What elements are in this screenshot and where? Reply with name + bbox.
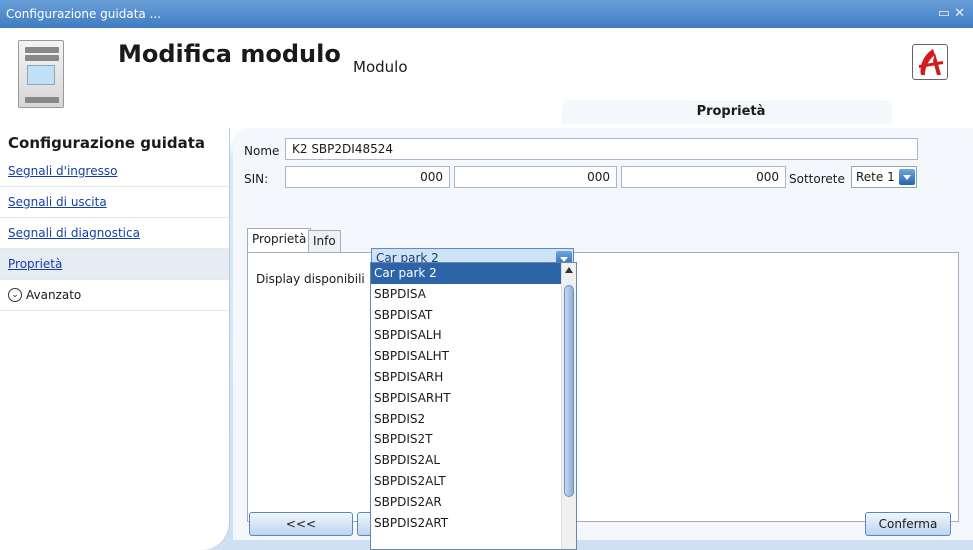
scroll-thumb[interactable]	[564, 285, 574, 497]
scroll-up-arrow-icon[interactable]	[565, 267, 573, 273]
dropdown-option[interactable]: SBPDIS2	[371, 409, 561, 430]
window-titlebar: Configurazione guidata ... ▭✕	[0, 0, 973, 28]
dropdown-option[interactable]: Car park 2	[371, 263, 561, 284]
sidebar: Configurazione guidata Segnali d'ingress…	[0, 128, 230, 550]
subnet-value: Rete 1	[856, 170, 895, 184]
sidebar-item-diagnostic-signals[interactable]: Segnali di diagnostica	[0, 218, 229, 249]
name-field[interactable]: K2 SBP2DI48524	[285, 138, 918, 160]
sin-field-1[interactable]: 000	[285, 166, 450, 188]
back-button[interactable]: <<<	[249, 512, 353, 536]
module-device-icon	[18, 40, 64, 108]
sin-field-2[interactable]: 000	[454, 166, 617, 188]
subnet-label: Sottorete	[789, 172, 845, 186]
sin-field-3[interactable]: 000	[621, 166, 786, 188]
sidebar-item-advanced[interactable]: ⌄ Avanzato	[0, 280, 229, 311]
page-subtitle: Modulo	[353, 58, 408, 76]
chevron-down-icon: ⌄	[8, 288, 22, 302]
dropdown-option[interactable]: SBPDISALHT	[371, 346, 561, 367]
name-label: Nome	[244, 144, 280, 158]
properties-panel: Display disponibili	[247, 252, 959, 522]
dropdown-scrollbar[interactable]	[561, 263, 576, 549]
display-dropdown-list[interactable]: Car park 2 SBPDISA SBPDISAT SBPDISALH SB…	[370, 262, 577, 550]
header: Modifica modulo Modulo Proprietà	[0, 28, 973, 128]
dropdown-option[interactable]: SBPDISARH	[371, 367, 561, 388]
sidebar-item-input-signals[interactable]: Segnali d'ingresso	[0, 156, 229, 187]
window-title: Configurazione guidata ...	[6, 7, 162, 21]
dropdown-option[interactable]: SBPDIS2ART	[371, 513, 561, 534]
dropdown-option[interactable]: SBPDIS2ALT	[371, 471, 561, 492]
tab-info[interactable]: Info	[308, 230, 341, 252]
confirm-button[interactable]: Conferma	[865, 512, 951, 536]
page-title: Modifica modulo	[118, 40, 341, 68]
dropdown-option[interactable]: SBPDISAT	[371, 305, 561, 326]
dropdown-option[interactable]: SBPDIS2AL	[371, 450, 561, 471]
dropdown-option[interactable]: SBPDISARHT	[371, 388, 561, 409]
dropdown-option[interactable]: SBPDISALH	[371, 325, 561, 346]
window-controls[interactable]: ▭✕	[938, 0, 969, 28]
subnet-select[interactable]: Rete 1	[851, 166, 917, 188]
dropdown-option[interactable]: SBPDIS2T	[371, 429, 561, 450]
properties-header-tab[interactable]: Proprietà	[562, 100, 892, 124]
sidebar-item-properties[interactable]: Proprietà	[0, 249, 229, 280]
display-label: Display disponibili	[256, 272, 365, 286]
close-icon[interactable]: ✕	[954, 6, 969, 21]
dropdown-option[interactable]: SBPDISA	[371, 284, 561, 305]
sidebar-item-label: Avanzato	[26, 288, 82, 302]
sidebar-item-output-signals[interactable]: Segnali di uscita	[0, 187, 229, 218]
sin-label: SIN:	[244, 172, 269, 186]
tab-properties[interactable]: Proprietà	[247, 228, 312, 252]
sidebar-heading: Configurazione guidata	[8, 134, 206, 152]
dropdown-option[interactable]: SBPDIS2AR	[371, 492, 561, 513]
app-logo-icon	[912, 44, 948, 80]
maximize-icon[interactable]: ▭	[938, 6, 954, 21]
chevron-down-icon[interactable]	[899, 169, 915, 185]
main-content: Nome K2 SBP2DI48524 SIN: 000 000 000 Sot…	[233, 128, 973, 540]
